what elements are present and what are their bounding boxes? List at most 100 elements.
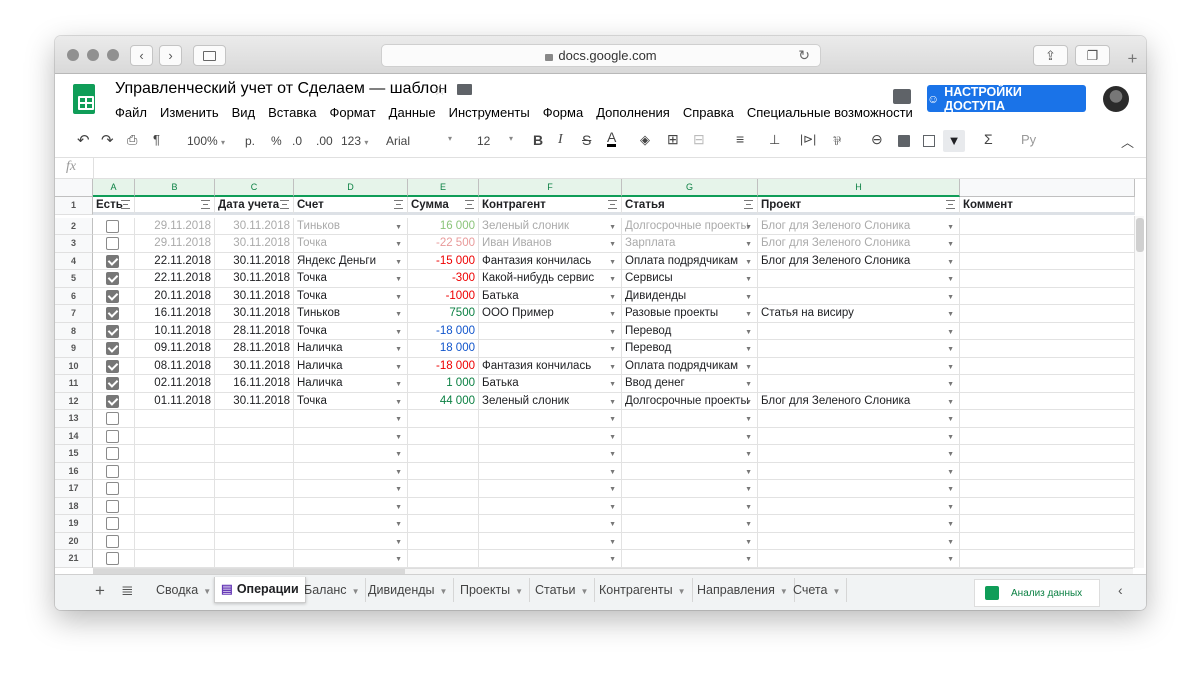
- column-header[interactable]: E: [408, 179, 479, 197]
- chevron-down-icon[interactable]: ▼: [395, 359, 402, 375]
- row-number[interactable]: 14: [55, 427, 93, 445]
- chevron-down-icon[interactable]: ▼: [609, 376, 616, 392]
- chevron-down-icon[interactable]: ▼: [947, 254, 954, 270]
- vertical-scrollbar-thumb[interactable]: [1136, 218, 1144, 252]
- paint-format-icon[interactable]: ¶: [153, 132, 160, 147]
- cell-f[interactable]: Какой-нибудь сервис ▼: [479, 270, 622, 288]
- checkbox[interactable]: [106, 219, 119, 233]
- cell-c[interactable]: 30.11.2018: [215, 357, 294, 375]
- cell-c[interactable]: [215, 497, 294, 515]
- chevron-down-icon[interactable]: ▼: [745, 219, 752, 235]
- cell-d[interactable]: Яндекс Деньги ▼: [294, 252, 408, 270]
- cell-d[interactable]: Наличка ▼: [294, 375, 408, 393]
- cell-g[interactable]: ▼: [622, 550, 758, 568]
- menu-item[interactable]: Файл: [115, 105, 147, 120]
- checkbox[interactable]: [106, 307, 119, 320]
- folder-icon[interactable]: [457, 84, 472, 95]
- cell-e[interactable]: -1000: [408, 287, 479, 305]
- cell-f[interactable]: ▼: [479, 480, 622, 498]
- chevron-down-icon[interactable]: ▼: [395, 271, 402, 287]
- cell-c[interactable]: [215, 550, 294, 568]
- cell-d[interactable]: Точка ▼: [294, 287, 408, 305]
- cell-i[interactable]: [960, 480, 1135, 498]
- cell-c[interactable]: 30.11.2018: [215, 217, 294, 235]
- checkbox[interactable]: [106, 464, 119, 478]
- cell-e[interactable]: [408, 497, 479, 515]
- cell-g[interactable]: ▼: [622, 532, 758, 550]
- cell-e[interactable]: -300: [408, 270, 479, 288]
- cell-h[interactable]: Блог для Зеленого Слоника ▼: [758, 252, 960, 270]
- row-number[interactable]: 17: [55, 480, 93, 498]
- decrease-decimals-button[interactable]: .0: [292, 134, 302, 148]
- menu-item[interactable]: Инструменты: [449, 105, 530, 120]
- cell-c[interactable]: [215, 445, 294, 463]
- cell-g[interactable]: Дивиденды ▼: [622, 287, 758, 305]
- cell-g[interactable]: ▼: [622, 427, 758, 445]
- cell-i[interactable]: [960, 305, 1135, 323]
- chevron-down-icon[interactable]: ▼: [745, 534, 752, 550]
- filter-icon[interactable]: [394, 200, 403, 209]
- filter-icon[interactable]: [121, 200, 130, 209]
- cell-i[interactable]: [960, 270, 1135, 288]
- cell-e[interactable]: -15 000: [408, 252, 479, 270]
- cell-i[interactable]: [960, 340, 1135, 358]
- cell-b[interactable]: 10.11.2018: [135, 322, 215, 340]
- header-cell-h[interactable]: Проект: [758, 197, 960, 215]
- row-number[interactable]: 10: [55, 357, 93, 375]
- cell-i[interactable]: [960, 252, 1135, 270]
- cell-g[interactable]: Зарплата ▼: [622, 235, 758, 253]
- chevron-down-icon[interactable]: ▼: [395, 289, 402, 305]
- chevron-down-icon[interactable]: ▼: [745, 464, 752, 480]
- sheet-tab[interactable]: ▤ Операции: [214, 577, 306, 603]
- cell-e[interactable]: [408, 445, 479, 463]
- cell-f[interactable]: Иван Иванов ▼: [479, 235, 622, 253]
- chevron-down-icon[interactable]: ▼: [395, 534, 402, 550]
- more-formats-select[interactable]: 123 ▾: [341, 134, 368, 148]
- cell-f[interactable]: ▼: [479, 410, 622, 428]
- chevron-down-icon[interactable]: ▼: [609, 219, 616, 235]
- header-cell-b[interactable]: [135, 197, 215, 215]
- cell-i[interactable]: [960, 532, 1135, 550]
- row-number[interactable]: 16: [55, 462, 93, 480]
- chevron-down-icon[interactable]: ▼: [745, 254, 752, 270]
- avatar[interactable]: [1103, 86, 1129, 112]
- cell-e[interactable]: [408, 427, 479, 445]
- cell-h[interactable]: Блог для Зеленого Слоника ▼: [758, 235, 960, 253]
- cell-d[interactable]: Тиньков ▼: [294, 305, 408, 323]
- cell-h[interactable]: ▼: [758, 550, 960, 568]
- close-window-button[interactable]: [67, 49, 79, 61]
- cell-i[interactable]: [960, 375, 1135, 393]
- cell-g[interactable]: Перевод ▼: [622, 322, 758, 340]
- menu-item[interactable]: Вид: [232, 105, 256, 120]
- row-number[interactable]: 12: [55, 392, 93, 410]
- cell-a[interactable]: [93, 410, 135, 428]
- cell-a[interactable]: [93, 270, 135, 288]
- cell-b[interactable]: [135, 550, 215, 568]
- cell-b[interactable]: 09.11.2018: [135, 340, 215, 358]
- cell-f[interactable]: ▼: [479, 445, 622, 463]
- chevron-down-icon[interactable]: ▼: [395, 551, 402, 567]
- cell-g[interactable]: ▼: [622, 445, 758, 463]
- cell-c[interactable]: [215, 462, 294, 480]
- cell-d[interactable]: ▼: [294, 550, 408, 568]
- row-number[interactable]: 3: [55, 235, 93, 253]
- forward-button[interactable]: ›: [159, 45, 182, 66]
- select-all-corner[interactable]: [55, 179, 93, 197]
- cell-i[interactable]: [960, 322, 1135, 340]
- cell-g[interactable]: Долгосрочные проекты ▼: [622, 217, 758, 235]
- chevron-down-icon[interactable]: ▼: [609, 534, 616, 550]
- chevron-down-icon[interactable]: ▼: [609, 271, 616, 287]
- cell-b[interactable]: [135, 480, 215, 498]
- header-cell-c[interactable]: Дата учета: [215, 197, 294, 215]
- share-page-button[interactable]: ⇪: [1033, 45, 1068, 66]
- all-sheets-icon[interactable]: ≣: [121, 581, 134, 599]
- chevron-down-icon[interactable]: ▼: [745, 394, 752, 410]
- font-size-select[interactable]: 12 ▾: [477, 134, 515, 148]
- cell-f[interactable]: Батька ▼: [479, 287, 622, 305]
- chevron-down-icon[interactable]: ▼: [947, 429, 954, 445]
- insert-chart-icon[interactable]: [923, 135, 935, 147]
- header-cell-i[interactable]: Коммент: [960, 197, 1135, 215]
- cell-a[interactable]: [93, 375, 135, 393]
- chevron-down-icon[interactable]: ▼: [395, 464, 402, 480]
- cell-g[interactable]: Ввод денег ▼: [622, 375, 758, 393]
